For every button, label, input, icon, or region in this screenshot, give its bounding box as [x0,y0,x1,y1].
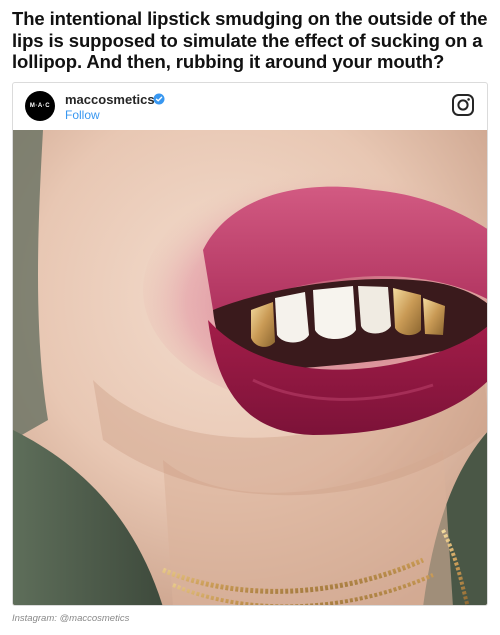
brand-logo: M·A·C [29,103,51,109]
follow-button[interactable]: Follow [65,108,100,122]
verified-check-icon [153,93,165,105]
instagram-icon[interactable] [451,93,475,117]
instagram-embed: M·A·C maccosmetics Follow [12,82,488,606]
article-headline: The intentional lipstick smudging on the… [12,8,488,72]
avatar[interactable]: M·A·C [25,91,55,121]
post-photo [13,130,487,605]
username[interactable]: maccosmetics [65,92,155,107]
embed-header: M·A·C maccosmetics Follow [13,83,487,130]
photo-credit: Instagram: @maccosmetics [12,613,130,624]
